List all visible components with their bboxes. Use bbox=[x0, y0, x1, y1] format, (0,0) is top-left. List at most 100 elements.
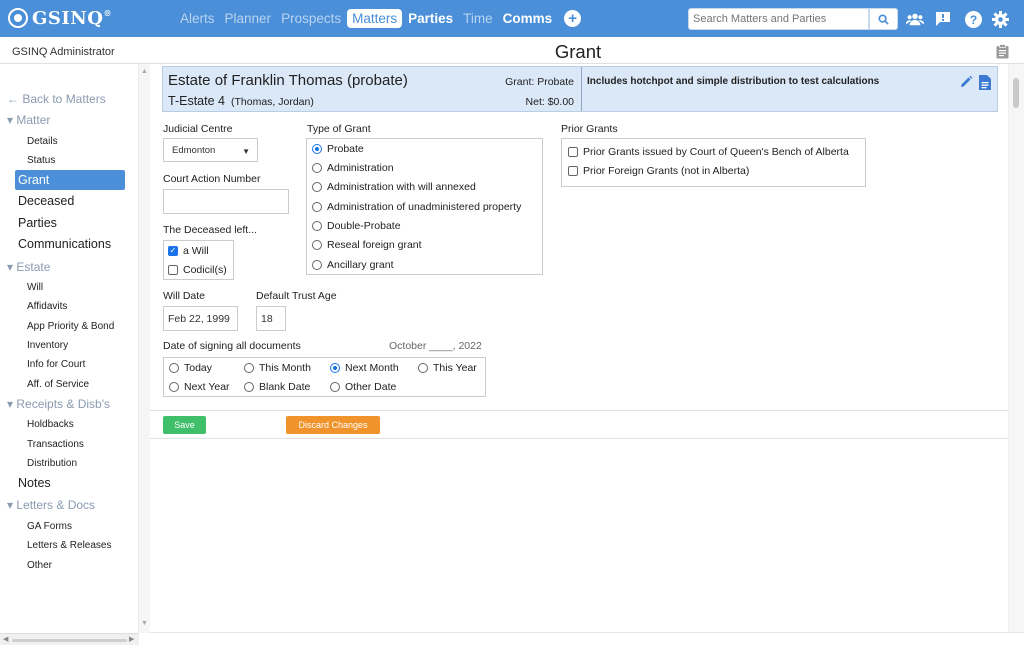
gsinq-logo[interactable]: GSINQ® bbox=[8, 7, 112, 29]
sidebar-item-ga-forms[interactable]: GA Forms bbox=[27, 521, 72, 532]
sidebar: ← Back to Matters ▾ Matter Details Statu… bbox=[0, 64, 139, 645]
codicil-checkbox[interactable]: Codicil(s) bbox=[168, 264, 227, 276]
sidebar-item-grant[interactable]: Grant bbox=[15, 170, 125, 190]
signing-date-preview: October ____, 2022 bbox=[389, 340, 482, 352]
nav-alerts[interactable]: Alerts bbox=[176, 8, 219, 29]
sidebar-item-communications[interactable]: Communications bbox=[18, 237, 111, 251]
document-icon[interactable] bbox=[979, 75, 991, 95]
banner-divider bbox=[581, 67, 582, 111]
grant-type-ancillary[interactable]: Ancillary grant bbox=[312, 259, 394, 271]
back-to-matters-link[interactable]: ← Back to Matters bbox=[7, 92, 106, 106]
court-action-number-input[interactable] bbox=[163, 189, 289, 214]
sidebar-item-details[interactable]: Details bbox=[27, 136, 58, 147]
search-button[interactable] bbox=[869, 8, 898, 30]
sidebar-item-info-for-court[interactable]: Info for Court bbox=[27, 359, 85, 370]
sidebar-item-letters-releases[interactable]: Letters & Releases bbox=[27, 540, 112, 551]
sidebar-horizontal-scrollbar[interactable]: ◀ ▶ bbox=[0, 633, 139, 645]
signing-this-year[interactable]: This Year bbox=[418, 362, 477, 374]
edit-pencil-icon[interactable] bbox=[959, 75, 973, 94]
grant-type-admin-unadministered[interactable]: Administration of unadministered propert… bbox=[312, 201, 521, 213]
grant-type-probate[interactable]: Probate bbox=[312, 143, 364, 155]
sidebar-section-letters[interactable]: ▾ Letters & Docs bbox=[7, 498, 95, 512]
will-date-label: Will Date bbox=[163, 290, 206, 302]
scroll-up-icon[interactable]: ▲ bbox=[141, 68, 148, 75]
sidebar-item-notes[interactable]: Notes bbox=[18, 476, 51, 490]
prior-grants-alberta-checkbox[interactable]: Prior Grants issued by Court of Queen's … bbox=[568, 146, 849, 158]
settings-icon[interactable] bbox=[991, 10, 1009, 28]
signing-other-date[interactable]: Other Date bbox=[330, 381, 396, 393]
top-navigation-bar: GSINQ® Alerts Planner Prospects Matters … bbox=[0, 0, 1024, 37]
sidebar-item-inventory[interactable]: Inventory bbox=[27, 340, 68, 351]
prior-grants-foreign-checkbox[interactable]: Prior Foreign Grants (not in Alberta) bbox=[568, 165, 749, 177]
sidebar-item-deceased[interactable]: Deceased bbox=[18, 194, 74, 208]
estate-net-value: Net: $0.00 bbox=[525, 96, 574, 108]
estate-grant-type: Grant: Probate bbox=[505, 76, 574, 88]
svg-text:?: ? bbox=[969, 13, 976, 27]
deceased-left-label: The Deceased left... bbox=[163, 224, 257, 236]
scroll-left-icon[interactable]: ◀ bbox=[3, 635, 8, 643]
grant-type-reseal-foreign[interactable]: Reseal foreign grant bbox=[312, 239, 422, 251]
signing-this-month[interactable]: This Month bbox=[244, 362, 311, 374]
nav-prospects[interactable]: Prospects bbox=[277, 8, 345, 29]
sidebar-item-distribution[interactable]: Distribution bbox=[27, 458, 77, 469]
sidebar-item-will[interactable]: Will bbox=[27, 282, 43, 293]
nav-parties[interactable]: Parties bbox=[404, 8, 457, 29]
search-input[interactable] bbox=[688, 8, 869, 30]
signing-next-year[interactable]: Next Year bbox=[169, 381, 230, 393]
signing-date-group: Today This Month Next Month This Year Ne… bbox=[163, 357, 486, 397]
add-icon[interactable]: + bbox=[564, 10, 582, 27]
will-checkbox[interactable]: ✓ a Will bbox=[168, 245, 209, 257]
sidebar-item-affidavits[interactable]: Affidavits bbox=[27, 301, 67, 312]
nav-matters[interactable]: Matters bbox=[347, 9, 403, 28]
default-trust-age-label: Default Trust Age bbox=[256, 290, 337, 302]
prior-grants-label: Prior Grants bbox=[561, 123, 618, 135]
main-nav: Alerts Planner Prospects Matters Parties… bbox=[176, 8, 582, 29]
sidebar-item-parties[interactable]: Parties bbox=[18, 216, 57, 230]
main-vertical-scrollbar[interactable] bbox=[1008, 64, 1024, 633]
nav-time[interactable]: Time bbox=[459, 8, 497, 29]
type-of-grant-label: Type of Grant bbox=[307, 123, 371, 135]
estate-parties: (Thomas, Jordan) bbox=[230, 96, 314, 108]
will-date-input[interactable]: Feb 22, 1999 bbox=[163, 306, 238, 331]
sidebar-item-transactions[interactable]: Transactions bbox=[27, 439, 84, 450]
scroll-down-icon[interactable]: ▼ bbox=[141, 620, 148, 627]
estate-summary-banner: Estate of Franklin Thomas (probate) T-Es… bbox=[162, 66, 998, 112]
nav-planner[interactable]: Planner bbox=[221, 8, 276, 29]
grant-type-double-probate[interactable]: Double-Probate bbox=[312, 220, 401, 232]
prior-grants-group: Prior Grants issued by Court of Queen's … bbox=[561, 138, 866, 187]
sidebar-item-holdbacks[interactable]: Holdbacks bbox=[27, 419, 74, 430]
clipboard-icon[interactable] bbox=[996, 44, 1009, 64]
users-icon[interactable] bbox=[906, 10, 924, 28]
search-icon bbox=[878, 13, 889, 25]
discard-changes-button[interactable]: Discard Changes bbox=[286, 416, 380, 434]
judicial-centre-select[interactable]: Edmonton ▼ bbox=[163, 138, 258, 162]
check-icon: ✓ bbox=[168, 246, 178, 256]
scrollbar-thumb[interactable] bbox=[1013, 78, 1019, 108]
nav-comms[interactable]: Comms bbox=[499, 8, 557, 29]
save-button[interactable]: Save bbox=[163, 416, 206, 434]
sidebar-item-status[interactable]: Status bbox=[27, 155, 55, 166]
action-bar: Save Discard Changes bbox=[150, 410, 1008, 439]
sidebar-section-receipts[interactable]: ▾ Receipts & Disb's bbox=[7, 397, 110, 411]
default-trust-age-input[interactable]: 18 bbox=[256, 306, 286, 331]
grant-type-administration[interactable]: Administration bbox=[312, 162, 394, 174]
scrollbar-thumb[interactable] bbox=[12, 639, 127, 642]
signing-next-month[interactable]: Next Month bbox=[330, 362, 399, 374]
sidebar-section-matter[interactable]: ▾ Matter bbox=[7, 113, 50, 127]
judicial-centre-label: Judicial Centre bbox=[163, 123, 233, 135]
chevron-down-icon: ▼ bbox=[242, 147, 250, 156]
signing-today[interactable]: Today bbox=[169, 362, 212, 374]
page-title: Grant bbox=[554, 41, 602, 62]
scroll-right-icon[interactable]: ▶ bbox=[129, 635, 134, 643]
chat-icon[interactable] bbox=[934, 10, 952, 28]
sidebar-section-estate[interactable]: ▾ Estate bbox=[7, 260, 50, 274]
sidebar-vertical-scrollbar[interactable]: ▲ ▼ bbox=[139, 64, 150, 633]
sidebar-item-app-priority[interactable]: App Priority & Bond bbox=[27, 321, 114, 332]
grant-type-admin-will-annexed[interactable]: Administration with will annexed bbox=[312, 181, 476, 193]
sidebar-item-other[interactable]: Other bbox=[27, 560, 52, 571]
estate-name: Estate of Franklin Thomas (probate) bbox=[168, 72, 408, 89]
main-content: Estate of Franklin Thomas (probate) T-Es… bbox=[150, 64, 1008, 633]
help-icon[interactable]: ? bbox=[964, 10, 982, 28]
sidebar-item-aff-of-service[interactable]: Aff. of Service bbox=[27, 379, 89, 390]
signing-blank-date[interactable]: Blank Date bbox=[244, 381, 310, 393]
